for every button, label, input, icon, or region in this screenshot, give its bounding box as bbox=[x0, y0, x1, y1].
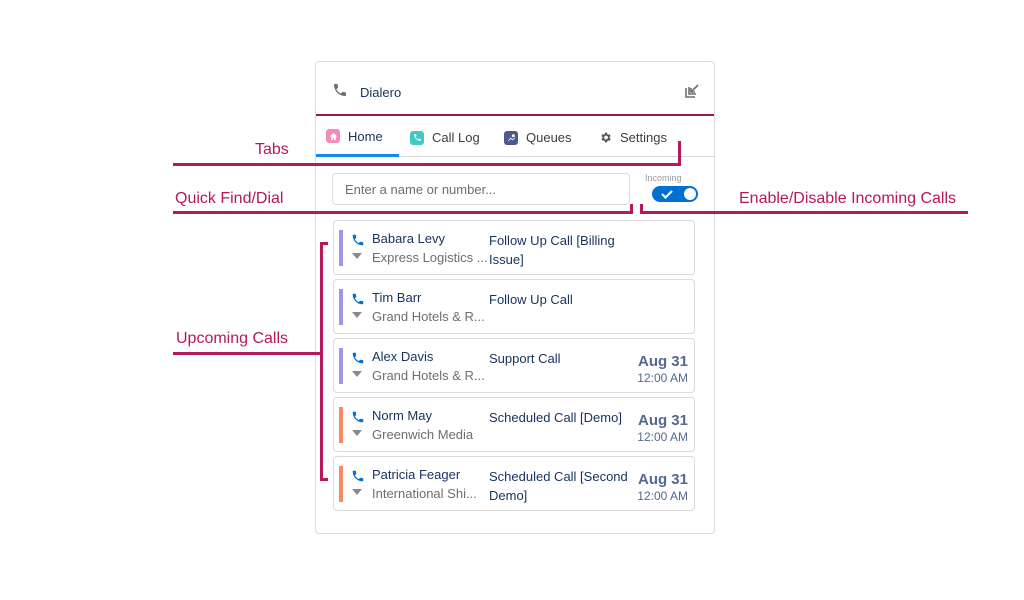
call-time: 12:00 AM bbox=[637, 371, 688, 385]
annotation-incoming-line bbox=[640, 211, 968, 214]
phone-icon[interactable] bbox=[351, 292, 365, 306]
check-icon bbox=[661, 190, 673, 200]
panel-header: Dialero bbox=[316, 62, 714, 116]
contact-name: Alex Davis bbox=[372, 349, 434, 364]
phone-icon[interactable] bbox=[351, 351, 365, 365]
priority-bar bbox=[339, 407, 343, 443]
contact-name: Tim Barr bbox=[372, 290, 422, 305]
annotation-incoming-label: Enable/Disable Incoming Calls bbox=[739, 190, 956, 207]
annotation-tabs-line bbox=[173, 163, 681, 166]
incoming-calls-toggle[interactable] bbox=[652, 186, 698, 202]
priority-bar bbox=[339, 348, 343, 384]
tab-queues-label: Queues bbox=[526, 130, 572, 145]
call-item[interactable]: Tim Barr Grand Hotels & R... Follow Up C… bbox=[333, 279, 695, 334]
priority-bar bbox=[339, 289, 343, 325]
contact-name: Babara Levy bbox=[372, 231, 445, 246]
tab-call-log-label: Call Log bbox=[432, 130, 480, 145]
queues-icon bbox=[504, 130, 518, 145]
call-subject: Scheduled Call [Second Demo] bbox=[489, 469, 628, 503]
app-title: Dialero bbox=[360, 85, 402, 100]
annotation-quick-find-line bbox=[173, 211, 633, 214]
call-subject: Scheduled Call [Demo] bbox=[489, 410, 622, 425]
annotation-quick-find-tick bbox=[630, 204, 633, 214]
tab-settings[interactable]: Settings bbox=[588, 118, 677, 157]
company-name: Express Logistics ... bbox=[372, 250, 488, 265]
contact-name: Patricia Feager bbox=[372, 467, 461, 482]
call-item[interactable]: Alex Davis Grand Hotels & R... Support C… bbox=[333, 338, 695, 393]
tab-settings-label: Settings bbox=[620, 130, 667, 145]
annotation-quick-find-label: Quick Find/Dial bbox=[175, 190, 284, 207]
call-log-icon bbox=[410, 130, 424, 145]
upcoming-calls-list: Babara Levy Express Logistics ... Follow… bbox=[333, 220, 696, 515]
incoming-label: Incoming bbox=[645, 173, 682, 183]
call-date: Aug 31 bbox=[637, 353, 688, 370]
company-name: Grand Hotels & R... bbox=[372, 309, 485, 324]
contact-name: Norm May bbox=[372, 408, 432, 423]
phone-icon[interactable] bbox=[351, 410, 365, 424]
call-time: 12:00 AM bbox=[637, 489, 688, 503]
priority-bar bbox=[339, 466, 343, 502]
caret-down-icon[interactable] bbox=[352, 430, 362, 436]
home-icon bbox=[326, 129, 340, 143]
annotation-upcoming-bracket-top bbox=[320, 242, 328, 245]
annotation-upcoming-line bbox=[173, 352, 323, 355]
tab-call-log[interactable]: Call Log bbox=[400, 118, 490, 157]
dialer-panel: Dialero Home Call Log Queues Settings En… bbox=[315, 61, 715, 534]
popout-icon[interactable] bbox=[684, 83, 700, 99]
gear-icon bbox=[598, 131, 612, 145]
call-date: Aug 31 bbox=[637, 412, 688, 429]
phone-icon[interactable] bbox=[351, 469, 365, 483]
phone-icon bbox=[334, 84, 346, 96]
caret-down-icon[interactable] bbox=[352, 371, 362, 377]
quick-find-input[interactable] bbox=[332, 173, 630, 205]
caret-down-icon[interactable] bbox=[352, 312, 362, 318]
annotation-upcoming-bracket-bottom bbox=[320, 478, 328, 481]
phone-icon[interactable] bbox=[351, 233, 365, 247]
call-item[interactable]: Patricia Feager International Shi... Sch… bbox=[333, 456, 695, 511]
annotation-upcoming-label: Upcoming Calls bbox=[176, 330, 289, 347]
call-item[interactable]: Babara Levy Express Logistics ... Follow… bbox=[333, 220, 695, 275]
call-subject: Support Call bbox=[489, 351, 561, 366]
annotation-tabs-label: Tabs bbox=[255, 141, 289, 158]
call-time: 12:00 AM bbox=[637, 430, 688, 444]
tab-home[interactable]: Home bbox=[316, 118, 399, 157]
call-date: Aug 31 bbox=[637, 471, 688, 488]
call-subject: Follow Up Call bbox=[489, 292, 573, 307]
annotation-incoming-tick bbox=[640, 204, 643, 214]
tab-home-label: Home bbox=[348, 128, 383, 144]
company-name: Grand Hotels & R... bbox=[372, 368, 485, 383]
tab-bar: Home Call Log Queues Settings bbox=[316, 118, 714, 157]
call-subject: Follow Up Call [Billing Issue] bbox=[489, 233, 615, 267]
tab-queues[interactable]: Queues bbox=[494, 118, 582, 157]
annotation-tabs-tick bbox=[678, 141, 681, 166]
call-item[interactable]: Norm May Greenwich Media Scheduled Call … bbox=[333, 397, 695, 452]
priority-bar bbox=[339, 230, 343, 266]
company-name: Greenwich Media bbox=[372, 427, 474, 442]
caret-down-icon[interactable] bbox=[352, 489, 362, 495]
toggle-knob bbox=[684, 188, 696, 200]
caret-down-icon[interactable] bbox=[352, 253, 362, 259]
company-name: International Shi... bbox=[372, 486, 477, 501]
annotation-upcoming-bracket bbox=[320, 242, 323, 481]
